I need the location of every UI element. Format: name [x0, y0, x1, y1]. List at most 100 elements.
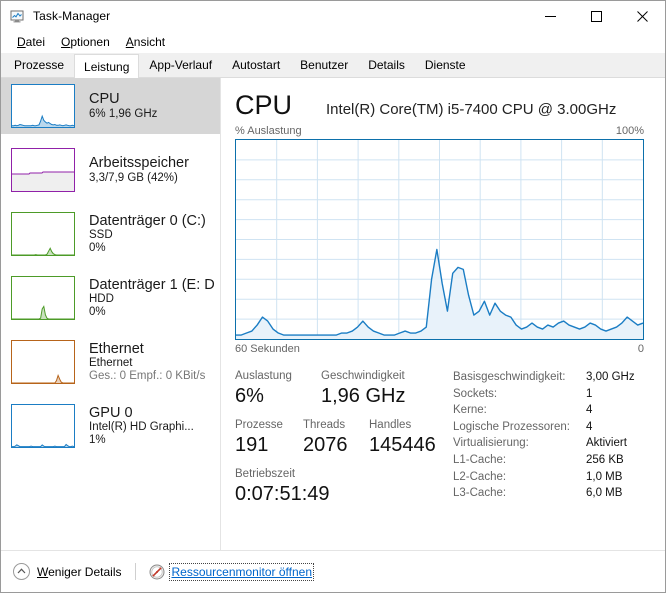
window-title: Task-Manager: [33, 9, 111, 23]
detail-key: Logische Prozessoren:: [453, 420, 570, 433]
detail-key: Virtualisierung:: [453, 437, 529, 450]
open-resource-monitor-button[interactable]: Ressourcenmonitor öffnen: [149, 562, 315, 581]
close-icon: [636, 10, 648, 22]
sidebar-item-label: CPU: [89, 91, 120, 108]
tab-prozesse[interactable]: Prozesse: [4, 53, 75, 77]
detail-value: 1,0 MB: [586, 470, 623, 483]
detail-row: Virtualisierung: Aktiviert: [453, 435, 651, 452]
stat-prozesse: Prozesse 191: [235, 418, 303, 458]
less-details-button[interactable]: Weniger Details: [13, 563, 121, 580]
sidebar-thumbnail-ethernet: [11, 340, 75, 384]
content-area: CPU 6% 1,96 GHz Arbeitsspeicher 3,3/7,9 GB …: [1, 78, 665, 580]
sidebar-item-sublabel: 6% 1,96 GHz: [89, 107, 158, 120]
stat-row: Betriebszeit 0:07:51:49: [235, 467, 445, 507]
tab-benutzer[interactable]: Benutzer: [290, 53, 359, 77]
chevron-up-circle-icon: [13, 563, 30, 580]
stat-threads: Threads 2076: [303, 418, 369, 458]
menu-ansicht[interactable]: Ansicht: [118, 33, 173, 51]
graph-y-axis-label: % Auslastung: [235, 125, 302, 137]
maximize-icon: [590, 10, 602, 22]
status-divider: [135, 563, 137, 580]
cpu-model-name: Intel(R) Core(TM) i5-7400 CPU @ 3.00GHz: [326, 101, 617, 118]
sidebar-item-metric: 1%: [89, 434, 106, 447]
detail-key: Sockets:: [453, 387, 498, 400]
minimize-button[interactable]: [527, 1, 573, 31]
sidebar-item-metric: 0%: [89, 242, 106, 255]
sidebar-item-gpu-0[interactable]: GPU 0 Intel(R) HD Graphi... 1%: [1, 398, 220, 454]
cpu-graph-svg: [236, 140, 643, 339]
detail-row: L1-Cache: 256 KB: [453, 452, 651, 469]
detail-key: L1-Cache:: [453, 453, 507, 466]
sidebar-item-label: Datenträger 1 (E: D: [89, 277, 215, 293]
stat-label: Betriebszeit: [235, 468, 296, 480]
sidebar-item-disk-1[interactable]: Datenträger 1 (E: D HDD 0%: [1, 270, 220, 326]
close-button[interactable]: [619, 1, 665, 31]
stat-row: Auslastung 6% Geschwindigkeit 1,96 GHz: [235, 369, 445, 409]
sidebar-item-cpu[interactable]: CPU 6% 1,96 GHz: [1, 78, 220, 134]
sidebar-thumbnail-gpu-0: [11, 404, 75, 448]
detail-key: Basisgeschwindigkeit:: [453, 371, 566, 383]
sparkline: [11, 84, 75, 128]
sidebar-item-label: GPU 0: [89, 405, 133, 421]
detail-row: Logische Prozessoren: 4: [453, 419, 651, 436]
sidebar-item-disk-0[interactable]: Datenträger 0 (C:) SSD 0%: [1, 206, 220, 262]
detail-row: Basisgeschwindigkeit: 3,00 GHz: [453, 369, 651, 386]
sidebar-item-text: Datenträger 0 (C:) SSD 0%: [89, 213, 206, 255]
stat-label: Threads: [303, 419, 346, 431]
detail-value: 1: [586, 387, 593, 400]
stat-value: 6%: [235, 385, 264, 407]
minimize-icon: [544, 15, 556, 17]
tab-app-verlauf[interactable]: App-Verlauf: [139, 53, 223, 77]
menu-bar: Datei Optionen Ansicht: [1, 31, 665, 53]
sidebar-item-label: Ethernet: [89, 341, 144, 357]
sidebar-item-label: Arbeitsspeicher: [89, 155, 189, 172]
sidebar-item-metric: 0%: [89, 306, 106, 319]
sidebar-item-text: Datenträger 1 (E: D HDD 0%: [89, 277, 215, 319]
stat-value: 0:07:51:49: [235, 483, 330, 505]
task-manager-window: Task-Manager Datei Optionen Ansicht Proz…: [0, 0, 666, 593]
stat-label: Prozesse: [235, 419, 283, 431]
stat-row: Prozesse 191 Threads 2076 Handles 145446: [235, 418, 445, 458]
resource-monitor-icon: [149, 564, 165, 579]
tab-details[interactable]: Details: [358, 53, 415, 77]
stat-auslastung: Auslastung 6%: [235, 369, 321, 409]
graph-x-end-label: 0: [637, 343, 644, 355]
window-controls: [527, 1, 665, 31]
maximize-button[interactable]: [573, 1, 619, 31]
sidebar-item-sublabel: Intel(R) HD Graphi...: [89, 421, 194, 434]
sparkline: [11, 404, 75, 448]
stats-details: Basisgeschwindigkeit: 3,00 GHz Sockets: 1 Ke…: [445, 369, 651, 516]
detail-key: L3-Cache:: [453, 487, 507, 500]
stat-value: 191: [235, 434, 269, 456]
sidebar-item-ethernet[interactable]: Ethernet Ethernet Ges.: 0 Empf.: 0 KBit/s: [1, 334, 220, 390]
stat-value: 1,96 GHz: [321, 385, 406, 407]
graph-x-start-label: 60 Sekunden: [235, 343, 300, 355]
graph-x-axis-labels: 60 Sekunden 0: [221, 340, 665, 355]
detail-value: 6,0 MB: [586, 487, 623, 500]
tab-autostart[interactable]: Autostart: [222, 53, 291, 77]
sidebar-item-text: CPU 6% 1,96 GHz: [89, 91, 157, 120]
sparkline: [11, 340, 75, 384]
sidebar-item-label: Datenträger 0 (C:): [89, 213, 206, 229]
tab-leistung[interactable]: Leistung: [74, 54, 140, 78]
sidebar-item-text: GPU 0 Intel(R) HD Graphi... 1%: [89, 405, 194, 447]
sidebar-item-memory[interactable]: Arbeitsspeicher 3,3/7,9 GB (42%): [1, 142, 220, 198]
menu-optionen[interactable]: Optionen: [53, 33, 118, 51]
resource-sidebar[interactable]: CPU 6% 1,96 GHz Arbeitsspeicher 3,3/7,9 GB …: [1, 78, 221, 580]
panel-header: CPU Intel(R) Core(TM) i5-7400 CPU @ 3.00…: [221, 78, 665, 119]
taskmanager-icon: [10, 10, 24, 23]
detail-row: L2-Cache: 1,0 MB: [453, 469, 651, 486]
detail-value: Aktiviert: [586, 437, 627, 450]
sidebar-item-text: Ethernet Ethernet Ges.: 0 Empf.: 0 KBit/s: [89, 341, 205, 383]
stat-label: Geschwindigkeit: [321, 370, 405, 382]
resource-monitor-link[interactable]: Ressourcenmonitor öffnen: [169, 562, 315, 581]
less-details-label: Weniger Details: [37, 564, 122, 579]
tab-dienste[interactable]: Dienste: [414, 53, 476, 77]
page-title: CPU: [235, 90, 293, 120]
cpu-detail-panel: CPU Intel(R) Core(TM) i5-7400 CPU @ 3.00…: [221, 78, 665, 580]
stat-value: 2076: [303, 434, 348, 456]
detail-row: Sockets: 1: [453, 386, 651, 403]
cpu-utilization-graph[interactable]: [235, 139, 644, 340]
sidebar-item-sublabel: 3,3/7,9 GB (42%): [89, 171, 178, 184]
menu-datei[interactable]: Datei: [9, 33, 53, 51]
